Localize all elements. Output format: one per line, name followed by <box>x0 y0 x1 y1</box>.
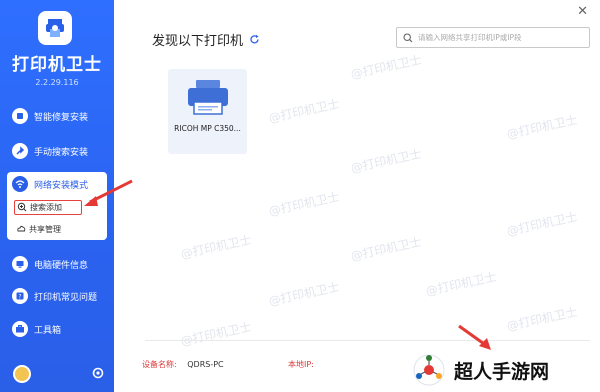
watermark: @打印机卫士 <box>349 146 423 176</box>
search-placeholder: 请输入网络共享打印机IP或IP段 <box>418 33 522 42</box>
local-ip: 本地IP: <box>288 359 314 370</box>
search-plus-icon <box>17 202 27 214</box>
sub-item-search-add[interactable]: 搜索添加 <box>14 200 82 215</box>
hardware-icon <box>12 256 28 272</box>
nav-label: 工具箱 <box>34 325 62 336</box>
printer-logo-icon <box>46 19 64 37</box>
printer-icon <box>188 80 228 115</box>
watermark: @打印机卫士 <box>267 279 341 309</box>
device-name-value: QDRS-PC <box>187 360 224 369</box>
repair-icon <box>12 108 28 124</box>
local-ip-label: 本地IP: <box>288 360 314 369</box>
settings-gear-icon[interactable] <box>90 365 106 381</box>
brand-text: 超人手游网 <box>454 360 550 383</box>
toolbox-icon <box>12 321 28 337</box>
watermark: @打印机卫士 <box>267 96 341 126</box>
sub-item-share-manage[interactable]: 共享管理 <box>14 222 82 237</box>
nav-label: 智能修复安装 <box>34 112 89 123</box>
nav-toolbox[interactable]: 工具箱 <box>8 317 108 341</box>
watermark: @打印机卫士 <box>424 269 498 299</box>
footer-divider <box>145 340 590 341</box>
nav-manual-search[interactable]: 手动搜索安装 <box>8 139 108 163</box>
svg-text:?: ? <box>18 294 21 301</box>
watermark: @打印机卫士 <box>505 209 579 239</box>
watermark: @打印机卫士 <box>179 232 253 262</box>
network-icon <box>12 176 28 192</box>
watermark: @打印机卫士 <box>179 319 253 349</box>
device-name-label: 设备名称: <box>142 360 177 369</box>
brand-watermark: 超人手游网 <box>410 348 600 392</box>
close-icon[interactable]: ✕ <box>577 4 588 19</box>
nav-label: 电脑硬件信息 <box>34 260 89 271</box>
nav-smart-repair[interactable]: 智能修复安装 <box>8 104 108 128</box>
cloud-icon <box>16 224 26 236</box>
printer-name: RICOH MP C350... <box>174 124 241 133</box>
nav-label: 打印机常见问题 <box>34 292 98 303</box>
watermark: @打印机卫士 <box>505 304 579 334</box>
search-icon <box>403 32 413 43</box>
wrench-icon <box>12 143 28 159</box>
nav-label: 手动搜索安装 <box>34 147 89 158</box>
sub-item-label: 共享管理 <box>29 225 61 234</box>
app-title: 打印机卫士 <box>12 55 102 75</box>
question-icon: ? <box>12 288 28 304</box>
watermark: @打印机卫士 <box>349 234 423 264</box>
printer-card[interactable]: RICOH MP C350... <box>168 69 247 154</box>
nav-faq[interactable]: ? 打印机常见问题 <box>8 284 108 308</box>
page-title-text: 发现以下打印机 <box>152 34 244 49</box>
watermark: @打印机卫士 <box>505 112 579 142</box>
refresh-icon[interactable] <box>249 34 260 45</box>
nav-hardware-info[interactable]: 电脑硬件信息 <box>8 252 108 276</box>
avatar[interactable] <box>13 365 31 383</box>
watermark: @打印机卫士 <box>349 52 423 82</box>
red-arrow-annotation <box>84 179 133 206</box>
sub-item-label: 搜索添加 <box>30 203 62 212</box>
search-input[interactable]: 请输入网络共享打印机IP或IP段 <box>396 27 590 48</box>
nav-network-install[interactable]: 网络安装模式 <box>12 176 88 192</box>
page-title: 发现以下打印机 <box>152 30 260 49</box>
brand-logo-icon <box>413 354 445 386</box>
device-name: 设备名称: QDRS-PC <box>142 359 224 370</box>
app-logo <box>38 11 72 45</box>
app-version: 2.2.29.116 <box>35 78 79 87</box>
watermark: @打印机卫士 <box>267 189 341 219</box>
